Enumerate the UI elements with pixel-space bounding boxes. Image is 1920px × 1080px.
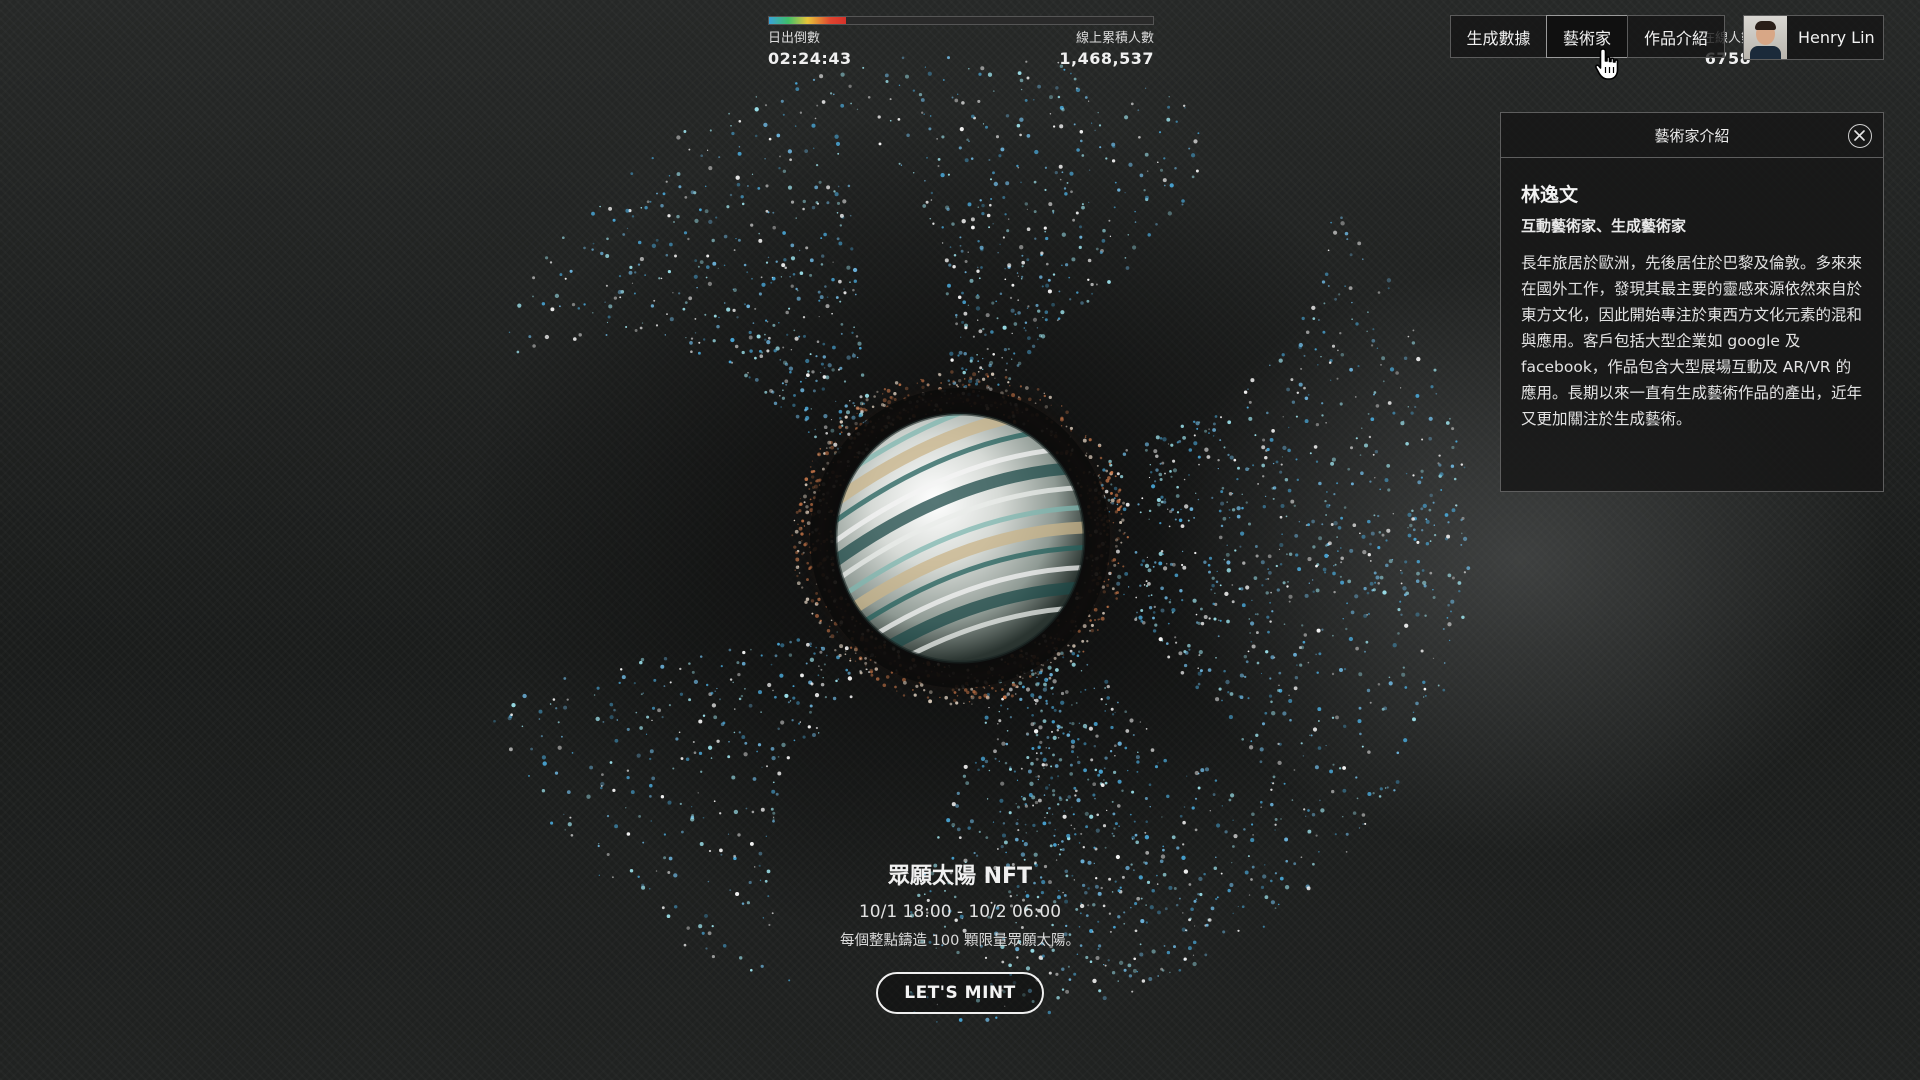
avatar: [1744, 16, 1787, 59]
sunrise-progress-bar: [768, 16, 1154, 25]
close-panel-button[interactable]: [1848, 124, 1872, 148]
user-name: Henry Lin: [1798, 28, 1875, 47]
nav-generated-data[interactable]: 生成數據: [1450, 15, 1547, 58]
sunrise-countdown-value: 02:24:43: [768, 49, 852, 68]
total-visitors: 線上累積人數 1,468,537: [1059, 30, 1154, 70]
nft-title: 眾願太陽 NFT: [887, 864, 1033, 889]
mint-description: 每個整點鑄造 100 顆限量眾願太陽。: [840, 933, 1080, 949]
top-nav: 生成數據 藝術家 作品介紹: [1450, 15, 1725, 60]
panel-header: 藝術家介紹: [1501, 113, 1883, 158]
sunrise-countdown: 日出倒數 02:24:43: [768, 30, 852, 70]
artist-info-panel: 藝術家介紹 林逸文 互動藝術家、生成藝術家 長年旅居於歐洲，先後居住於巴黎及倫敦…: [1500, 112, 1884, 492]
panel-title: 藝術家介紹: [1654, 126, 1730, 145]
lets-mint-button[interactable]: LET'S MINT: [876, 972, 1044, 1014]
artist-bio: 長年旅居於歐洲，先後居住於巴黎及倫敦。多來來在國外工作，發現其最主要的靈感來源依…: [1521, 254, 1863, 428]
hand-cursor-icon: [1595, 48, 1619, 80]
artist-role: 互動藝術家、生成藝術家: [1521, 217, 1687, 235]
artist-name: 林逸文: [1521, 184, 1579, 206]
live-stats: 日出倒數 02:24:43 在線人數 6758 線上累積人數 1,468,537: [768, 16, 1754, 70]
sunrise-progress-fill: [769, 17, 846, 24]
user-menu[interactable]: Henry Lin: [1743, 15, 1884, 60]
nav-artwork-intro[interactable]: 作品介紹: [1627, 15, 1725, 58]
mint-date-range: 10/1 18:00 - 10/2 06:00: [858, 902, 1062, 922]
total-visitors-label: 線上累積人數: [1075, 31, 1154, 46]
total-visitors-value: 1,468,537: [1059, 49, 1154, 68]
sunrise-countdown-label: 日出倒數: [768, 31, 821, 46]
close-icon: [1854, 130, 1865, 141]
